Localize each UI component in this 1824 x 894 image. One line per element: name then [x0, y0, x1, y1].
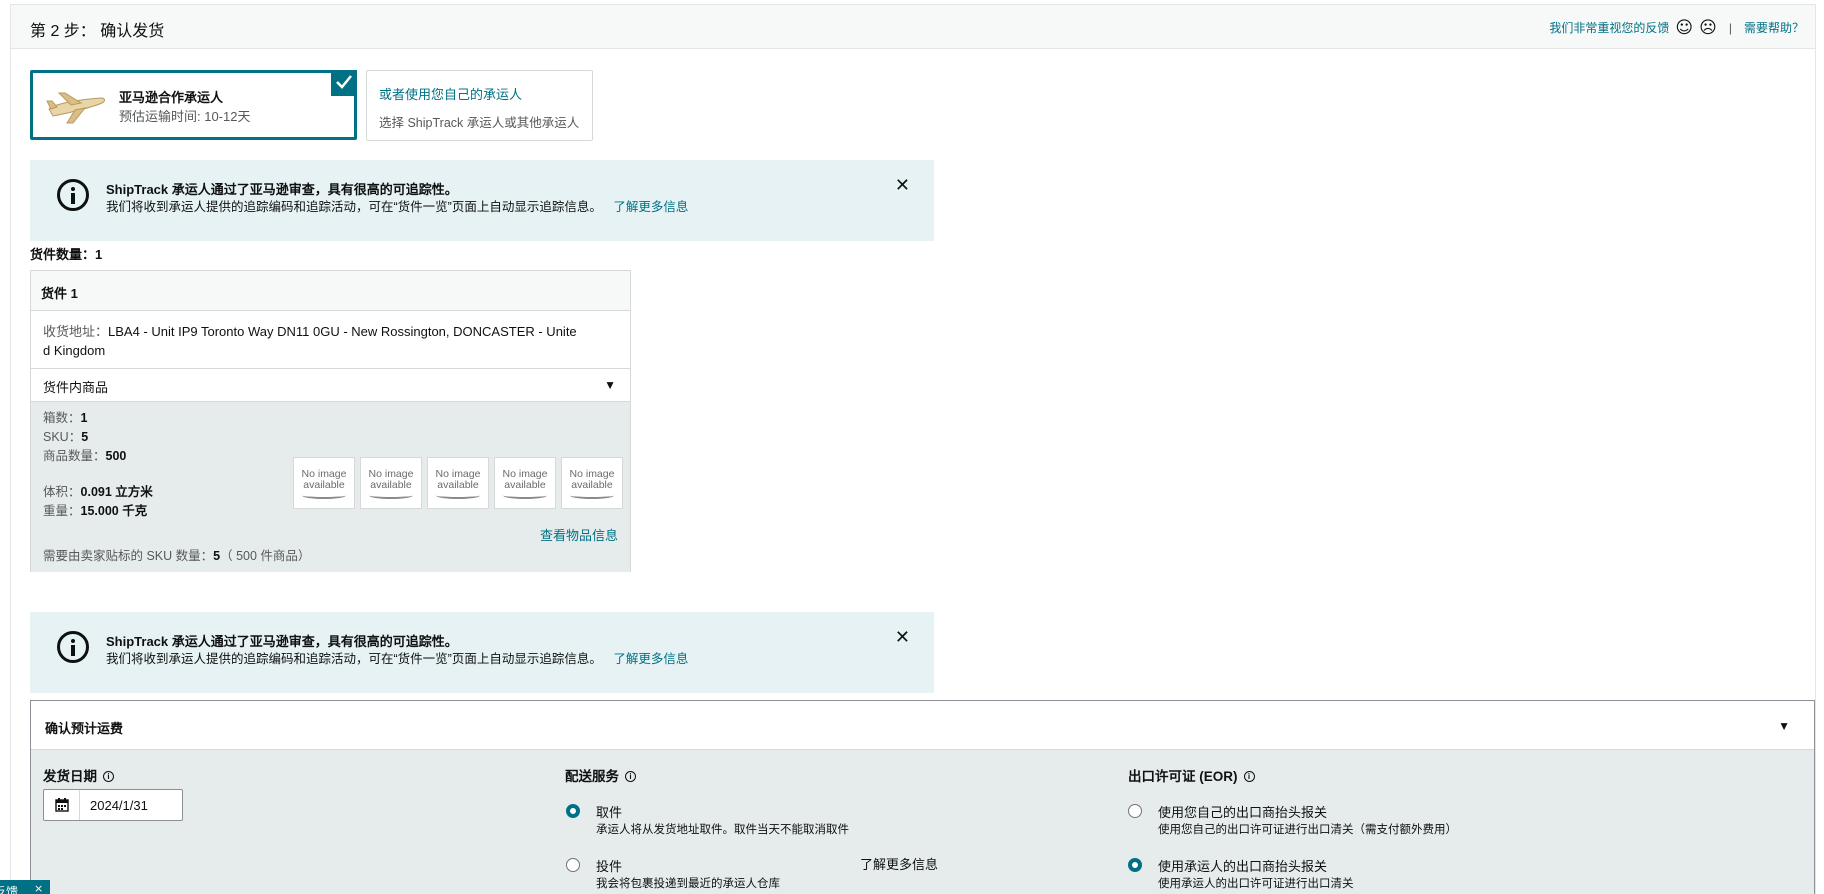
shipment-card: 货件 1 收货地址：LBA4 - Unit IP9 Toronto Way DN…	[30, 270, 631, 572]
calendar-icon[interactable]	[44, 790, 80, 820]
shipment-items-panel: 箱数：1 SKU：5 商品数量：500 体积：0.091 立方米 重量：15.0…	[31, 402, 630, 572]
confirm-freight-section: 确认预计运费 ▼ 发货日期 i 2024/1/31 配送服务 i 取件 承运人将从发…	[30, 700, 1815, 894]
shipment-count: 货件数量：1	[30, 247, 103, 262]
amazon-partnered-carrier-card[interactable]: 亚马逊合作承运人 预估运输时间: 10-12天	[30, 70, 357, 140]
close-icon[interactable]: ×	[34, 882, 43, 894]
volume: 体积：0.091 立方米	[43, 485, 153, 499]
eor-label: 出口许可证 (EOR) i	[1128, 765, 1255, 785]
own-carrier-title: 或者使用您自己的承运人	[379, 87, 523, 102]
delivery-learn-more-link[interactable]: 了解更多信息	[860, 854, 938, 873]
own-carrier-card[interactable]: 或者使用您自己的承运人 选择 ShipTrack 承运人或其他承运人	[366, 70, 593, 141]
own-eor-desc: 使用您自己的出口许可证进行出口清关（需支付额外费用）	[1158, 824, 1457, 836]
sad-face-icon[interactable]: ☹	[1699, 19, 1717, 36]
no-image-thumbnail[interactable]: No image available	[427, 457, 489, 509]
header-actions: 我们非常重视您的反馈 ☺ ☹ | 需要帮助？	[1549, 19, 1804, 36]
info-icon[interactable]: i	[103, 771, 114, 782]
own-eor-title: 使用您自己的出口商抬头报关	[1158, 805, 1328, 820]
no-image-thumbnail[interactable]: No image available	[561, 457, 623, 509]
freight-title: 确认预计运费	[45, 721, 124, 736]
seller-labeled-sku-count: 需要由卖家贴标的 SKU 数量：5（ 500 件商品）	[43, 549, 311, 563]
shipment-title: 货件 1	[31, 271, 630, 311]
close-icon[interactable]: ✕	[895, 175, 910, 196]
shipment-items-toggle[interactable]: 货件内商品 ▼	[31, 369, 630, 402]
alert-body: 我们将收到承运人提供的追踪编码和追踪活动，可在“货件一览”页面上自动显示追踪信息…	[106, 196, 688, 215]
step-title: 第 2 步： 确认发货	[30, 23, 165, 40]
shiptrack-info-alert: ShipTrack 承运人通过了亚马逊审查，具有很高的可追踪性。 我们将收到承运…	[30, 160, 934, 241]
ship-date-label: 发货日期 i	[43, 765, 114, 785]
shiptrack-info-alert-2: ShipTrack 承运人通过了亚马逊审查，具有很高的可追踪性。 我们将收到承运…	[30, 612, 934, 693]
feedback-link[interactable]: 我们非常重视您的反馈	[1549, 19, 1669, 36]
selected-check-icon	[331, 70, 357, 96]
weight: 重量：15.000 千克	[43, 504, 148, 518]
own-carrier-subtitle: 选择 ShipTrack 承运人或其他承运人	[379, 116, 580, 130]
ship-to-address: 收货地址：LBA4 - Unit IP9 Toronto Way DN11 0G…	[31, 311, 630, 369]
info-icon	[57, 631, 89, 663]
carrier-eor-desc: 使用承运人的出口许可证进行出口清关	[1158, 878, 1354, 890]
no-image-thumbnail[interactable]: No image available	[360, 457, 422, 509]
chevron-down-icon: ▼	[604, 378, 616, 392]
info-icon[interactable]: i	[1243, 771, 1255, 782]
amazon-carrier-title: 亚马逊合作承运人	[119, 90, 224, 105]
alert-text: 我们将收到承运人提供的追踪编码和追踪活动，可在“货件一览”页面上自动显示追踪信息…	[106, 200, 602, 214]
pickup-option-desc: 承运人将从发货地址取件。取件当天不能取消取件	[596, 824, 849, 836]
help-link[interactable]: 需要帮助？	[1744, 19, 1804, 36]
chevron-down-icon: ▼	[1778, 719, 1790, 733]
boxes-count: 箱数：1	[43, 411, 88, 425]
feedback-tab[interactable]: 反馈 ×	[0, 880, 50, 894]
dropoff-option-desc: 我会将包裹投递到最近的承运人仓库	[596, 878, 780, 890]
learn-more-link[interactable]: 了解更多信息	[613, 200, 688, 214]
own-eor-radio[interactable]	[1128, 804, 1142, 818]
no-image-thumbnail[interactable]: No image available	[293, 457, 355, 509]
feedback-tab-label: 反馈	[0, 885, 19, 894]
alert-body: 我们将收到承运人提供的追踪编码和追踪活动，可在“货件一览”页面上自动显示追踪信息…	[106, 648, 688, 667]
pickup-option-title: 取件	[596, 805, 623, 820]
units-count: 商品数量：500	[43, 449, 127, 463]
delivery-service-label: 配送服务 i	[565, 765, 636, 785]
no-image-thumbnail[interactable]: No image available	[494, 457, 556, 509]
transit-time: 预估运输时间: 10-12天	[119, 109, 251, 124]
alert-text: 我们将收到承运人提供的追踪编码和追踪活动，可在“货件一览”页面上自动显示追踪信息…	[106, 652, 602, 666]
step-header	[11, 5, 1815, 49]
items-header-label: 货件内商品	[43, 380, 109, 395]
product-thumbnails: No image available No image available No i…	[293, 457, 623, 509]
address-line-1: LBA4 - Unit IP9 Toronto Way DN11 0GU - N…	[108, 324, 577, 339]
carrier-eor-radio[interactable]	[1128, 858, 1142, 872]
close-icon[interactable]: ✕	[895, 627, 910, 648]
info-icon[interactable]: i	[625, 771, 636, 782]
ship-date-input[interactable]: 2024/1/31	[43, 789, 183, 821]
pickup-radio[interactable]	[566, 804, 580, 818]
ship-date-value: 2024/1/31	[90, 798, 148, 813]
info-icon	[57, 179, 89, 211]
freight-section-toggle[interactable]: 确认预计运费 ▼	[31, 701, 1814, 750]
learn-more-link[interactable]: 了解更多信息	[613, 652, 688, 666]
view-items-link[interactable]: 查看物品信息	[540, 525, 618, 544]
sku-count: SKU：5	[43, 430, 89, 444]
dropoff-option-title: 投件	[596, 859, 623, 874]
address-label: 收货地址：	[43, 324, 109, 339]
carrier-eor-title: 使用承运人的出口商抬头报关	[1158, 859, 1328, 874]
separator: |	[1728, 20, 1732, 35]
dropoff-radio[interactable]	[566, 858, 580, 872]
airplane-icon	[46, 92, 105, 124]
address-line-2: d Kingdom	[43, 343, 106, 358]
happy-face-icon[interactable]: ☺	[1675, 19, 1693, 36]
